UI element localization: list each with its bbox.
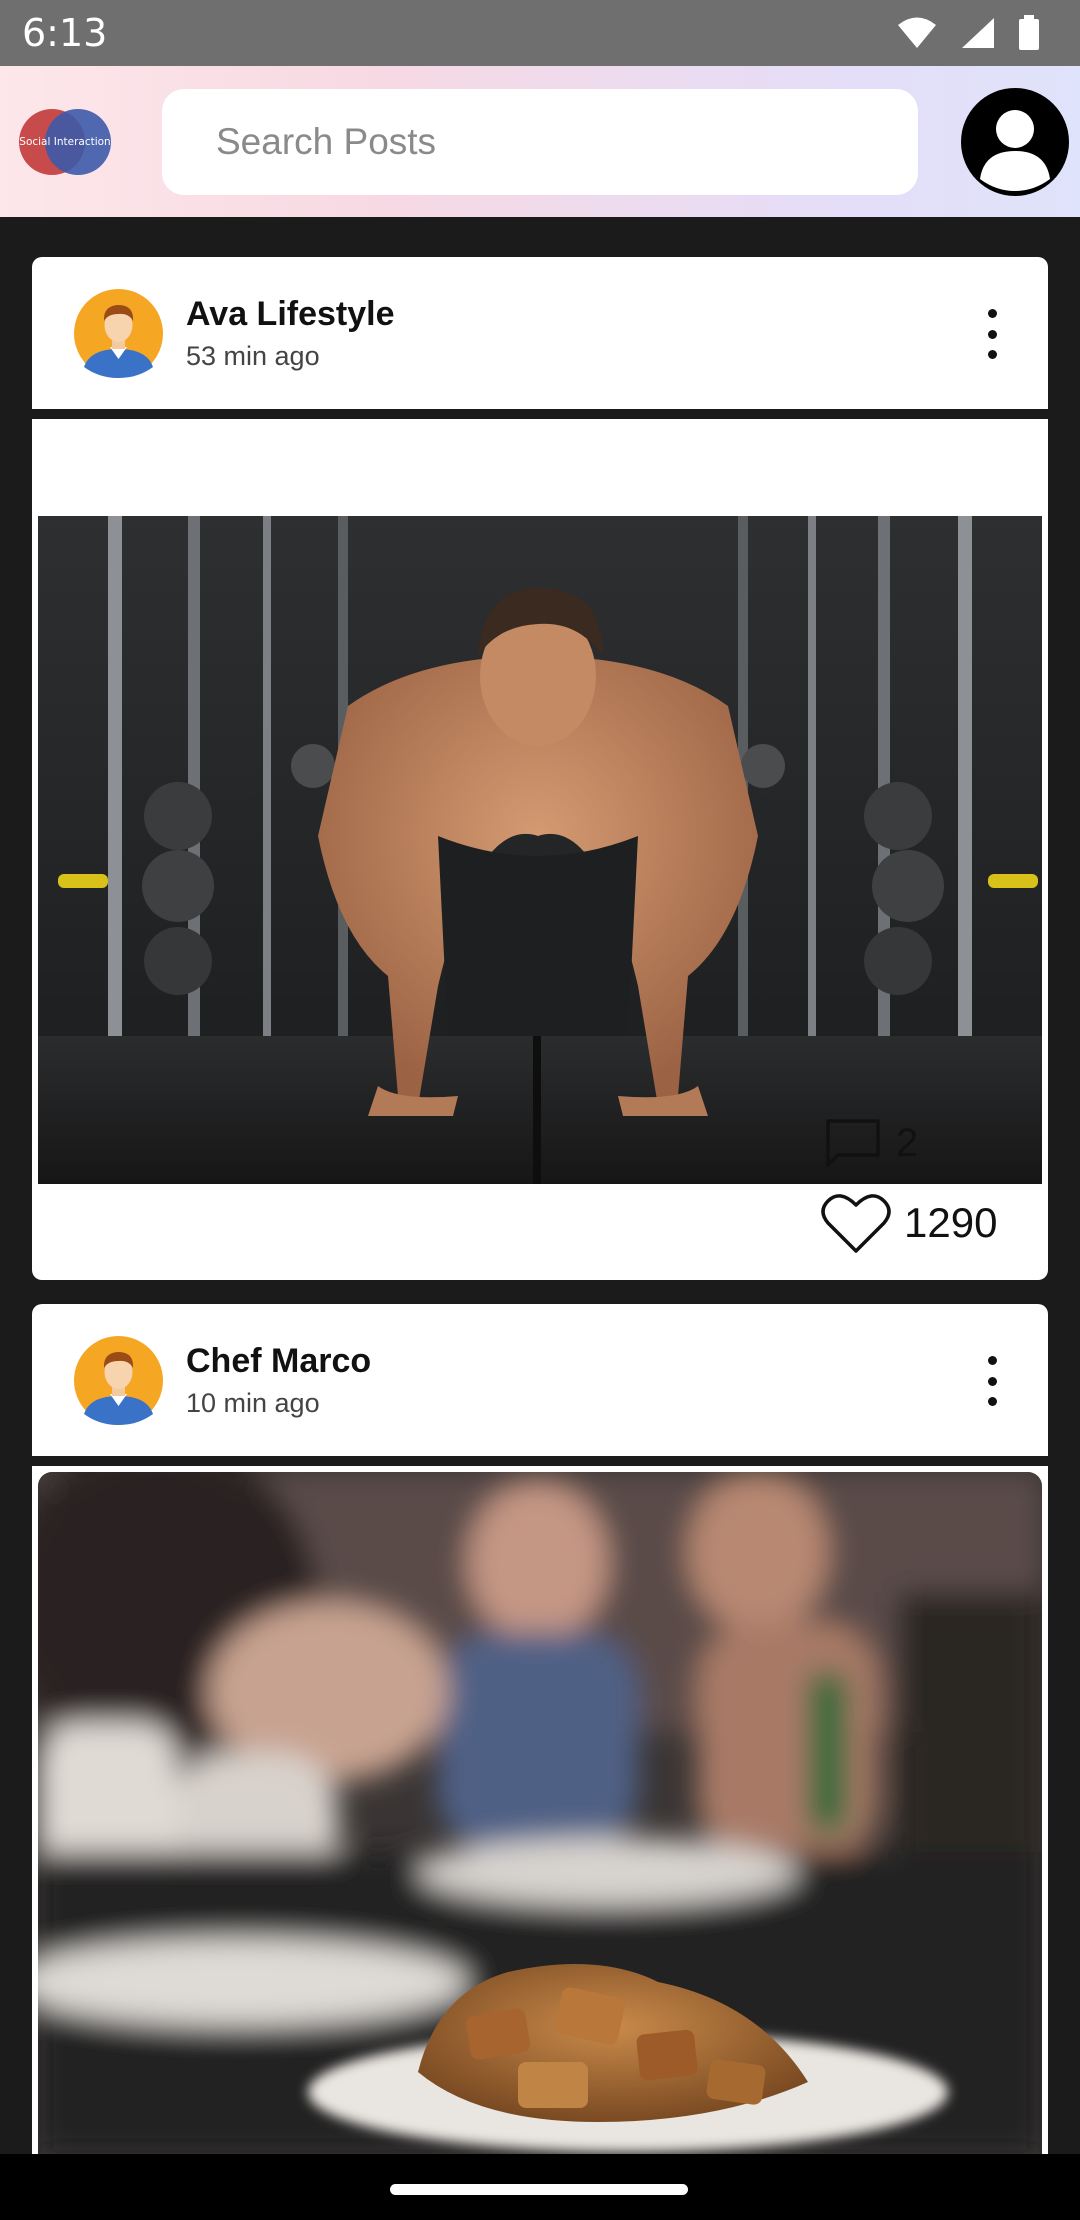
wifi-icon (898, 17, 936, 48)
post-card-body: 2 1290 (32, 419, 1048, 1280)
system-navigation-bar (0, 2154, 1080, 2220)
search-input[interactable] (216, 121, 918, 163)
status-icons (896, 15, 1040, 51)
like-count: 1290 (904, 1199, 998, 1246)
status-time: 6:13 (22, 11, 108, 55)
dot-icon (987, 309, 997, 318)
post-image[interactable] (38, 516, 1042, 1184)
post-author[interactable]: Chef Marco (186, 1342, 371, 1381)
profile-avatar-button[interactable] (960, 87, 1070, 197)
comment-icon (826, 1119, 880, 1167)
author-avatar[interactable] (74, 1336, 163, 1425)
comment-button[interactable]: 2 (824, 1117, 918, 1169)
post-card-body (32, 1466, 1048, 2154)
comment-count: 2 (896, 1120, 919, 1165)
post-time: 10 min ago (186, 1388, 320, 1418)
app-logo[interactable]: Social Interaction (14, 108, 116, 176)
app-screen: 6:13 Social Interaction Search Posts Ava… (0, 0, 1080, 2220)
post-time: 53 min ago (186, 341, 320, 371)
signal-icon (962, 18, 994, 48)
post-photo-gym (38, 516, 1042, 1184)
post-card-header: Chef Marco 10 min ago (32, 1304, 1048, 1456)
author-avatar[interactable] (74, 289, 163, 378)
battery-icon (1019, 15, 1039, 50)
like-button[interactable]: 1290 (820, 1191, 997, 1255)
post-image[interactable] (38, 1472, 1042, 2154)
user-icon (961, 88, 1069, 196)
search-bar[interactable] (162, 89, 918, 195)
status-bar: 6:13 (0, 0, 1080, 66)
dot-icon (987, 1376, 997, 1386)
post-card-header: Ava Lifestyle 53 min ago (32, 257, 1048, 409)
more-options-button[interactable] (982, 1356, 1002, 1406)
logo-text: Social Interaction (19, 136, 111, 148)
app-header: Social Interaction (0, 66, 1080, 217)
dot-icon (987, 1397, 997, 1406)
more-options-button[interactable] (982, 309, 1002, 359)
dot-icon (987, 350, 997, 359)
dot-icon (987, 329, 997, 339)
post-photo-food (38, 1472, 1042, 2154)
home-gesture-handle[interactable] (390, 2184, 688, 2195)
heart-icon (821, 1194, 891, 1253)
dot-icon (987, 1356, 997, 1365)
post-author[interactable]: Ava Lifestyle (186, 295, 395, 334)
